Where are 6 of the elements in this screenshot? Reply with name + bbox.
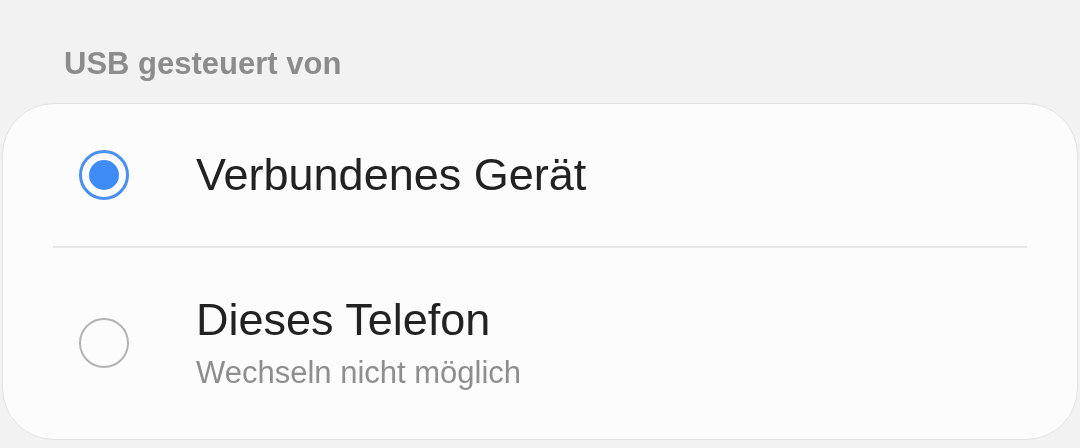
radio-button[interactable] (79, 149, 129, 200)
option-label[interactable]: Verbundenes Gerät (196, 147, 587, 202)
option-subtitle: Wechseln nicht möglich (196, 354, 522, 393)
section-heading: USB gesteuert von (64, 45, 343, 83)
option-label[interactable]: Dieses Telefon (196, 293, 522, 348)
radio-button[interactable] (79, 318, 129, 369)
